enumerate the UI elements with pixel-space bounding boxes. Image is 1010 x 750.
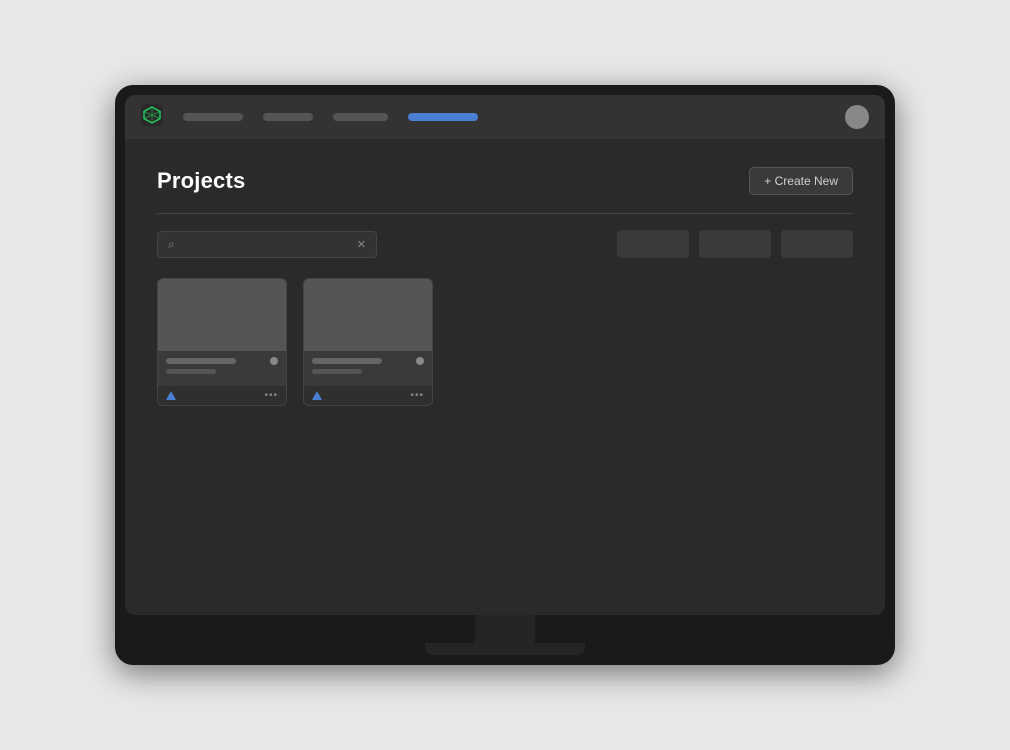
card-warning-icon-1: [166, 391, 176, 400]
card-status-dot-1: [270, 357, 278, 365]
card-footer-2: •••: [304, 386, 432, 405]
card-thumbnail-1: [158, 279, 286, 351]
navbar: [125, 95, 885, 139]
card-info-1: [158, 351, 286, 386]
search-icon: ⌕: [168, 237, 175, 252]
create-new-button[interactable]: + Create New: [749, 167, 853, 195]
card-footer-left-2: [312, 391, 322, 400]
filter-button-2[interactable]: [699, 230, 771, 258]
nav-item-projects[interactable]: [408, 113, 478, 121]
projects-grid: •••: [157, 278, 853, 406]
card-title-bar-1: [166, 357, 278, 365]
card-status-dot-2: [416, 357, 424, 365]
search-clear-button[interactable]: ✕: [357, 238, 366, 251]
card-title-line-2: [312, 358, 382, 364]
filter-button-1[interactable]: [617, 230, 689, 258]
main-content: Projects + Create New ⌕ ✕: [125, 139, 885, 615]
card-subtitle-line-1: [166, 369, 216, 374]
card-subtitle-line-2: [312, 369, 362, 374]
project-card[interactable]: •••: [303, 278, 433, 406]
toolbar-row: ⌕ ✕: [157, 230, 853, 258]
card-title-bar-2: [312, 357, 424, 365]
card-more-button-1[interactable]: •••: [264, 390, 278, 401]
user-avatar[interactable]: [845, 105, 869, 129]
monitor: Projects + Create New ⌕ ✕: [115, 85, 895, 665]
nav-item-2[interactable]: [263, 113, 313, 121]
card-title-line-1: [166, 358, 236, 364]
nav-item-home[interactable]: [183, 113, 243, 121]
card-info-2: [304, 351, 432, 386]
monitor-stand-base: [425, 643, 585, 655]
project-card[interactable]: •••: [157, 278, 287, 406]
search-box: ⌕ ✕: [157, 231, 377, 258]
app-logo-icon[interactable]: [141, 104, 163, 131]
card-footer-1: •••: [158, 386, 286, 405]
card-thumbnail-2: [304, 279, 432, 351]
card-more-button-2[interactable]: •••: [410, 390, 424, 401]
nav-item-3[interactable]: [333, 113, 388, 121]
monitor-stand-neck: [475, 615, 535, 643]
card-footer-left-1: [166, 391, 176, 400]
page-header: Projects + Create New: [157, 167, 853, 195]
section-divider: [157, 213, 853, 214]
page-title: Projects: [157, 168, 245, 194]
search-input[interactable]: [183, 238, 349, 250]
filter-button-3[interactable]: [781, 230, 853, 258]
card-warning-icon-2: [312, 391, 322, 400]
